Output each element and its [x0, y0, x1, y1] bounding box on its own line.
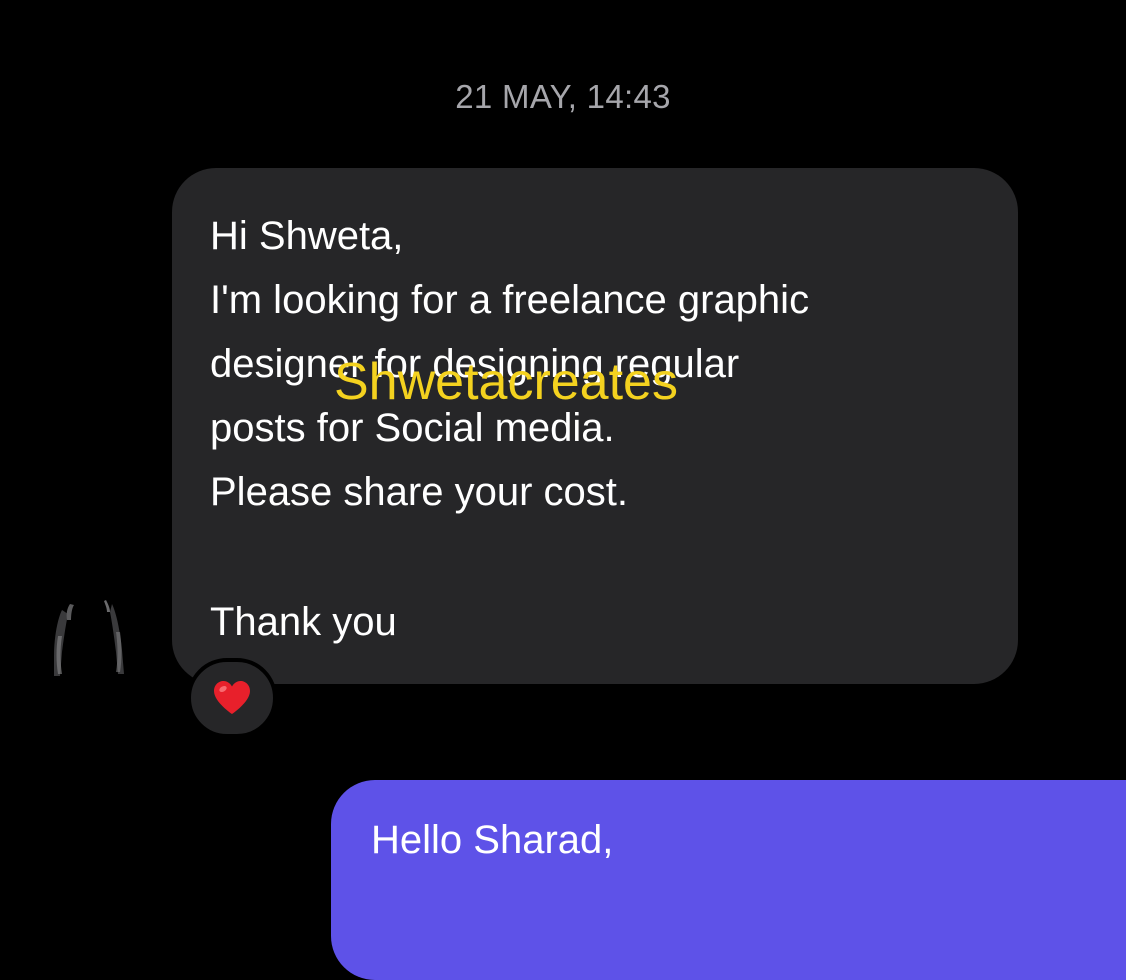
incoming-message-text: Hi Shweta, I'm looking for a freelance g…	[210, 204, 980, 654]
message-line: Hi Shweta,	[210, 214, 404, 258]
heart-icon	[214, 681, 250, 714]
message-line: Please share your cost.	[210, 470, 628, 514]
reaction-badge[interactable]	[187, 658, 277, 738]
sender-avatar[interactable]	[40, 596, 140, 680]
message-line: posts for Social media.	[210, 406, 615, 450]
message-line: Thank you	[210, 600, 397, 644]
outgoing-message-text: Hello Sharad,	[371, 818, 614, 862]
message-line: I'm looking for a freelance graphic	[210, 278, 810, 322]
message-line: designer for designing regular	[210, 342, 740, 386]
incoming-message-bubble[interactable]: Hi Shweta, I'm looking for a freelance g…	[172, 168, 1018, 684]
avatar-silhouette-icon	[54, 600, 124, 676]
outgoing-message-bubble[interactable]: Hello Sharad,	[331, 780, 1126, 980]
message-timestamp: 21 MAY, 14:43	[455, 78, 671, 115]
